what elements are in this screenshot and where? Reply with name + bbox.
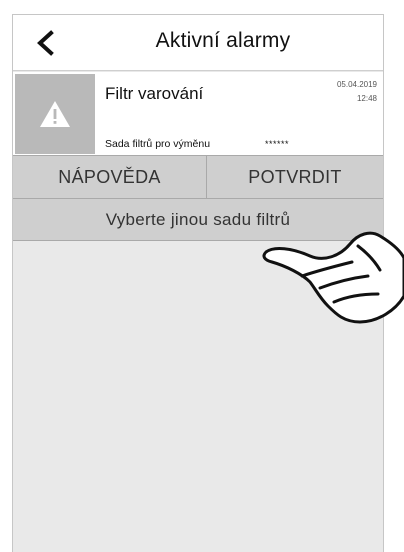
help-button[interactable]: NÁPOVĚDA — [13, 155, 207, 199]
header-bar: Aktivní alarmy — [13, 15, 383, 71]
back-button[interactable] — [27, 25, 63, 61]
alarm-code: ****** — [265, 139, 290, 149]
alarm-time: 12:48 — [356, 94, 377, 103]
page-title: Aktivní alarmy — [155, 29, 291, 52]
device-screen: Aktivní alarmy Filtr varování 05.04.2019… — [12, 14, 384, 552]
chevron-left-icon — [37, 30, 54, 56]
select-filter-set-button[interactable]: Vyberte jinou sadu filtrů — [13, 198, 383, 241]
alarm-name: Filtr varování — [105, 84, 204, 103]
warning-triangle-icon — [40, 101, 70, 127]
alarm-icon-box — [15, 74, 95, 154]
alarm-date: 05.04.2019 — [336, 80, 377, 89]
alarm-detail: Sada filtrů pro výměnu — [105, 138, 211, 150]
confirm-button[interactable]: POTVRDIT — [206, 155, 383, 199]
